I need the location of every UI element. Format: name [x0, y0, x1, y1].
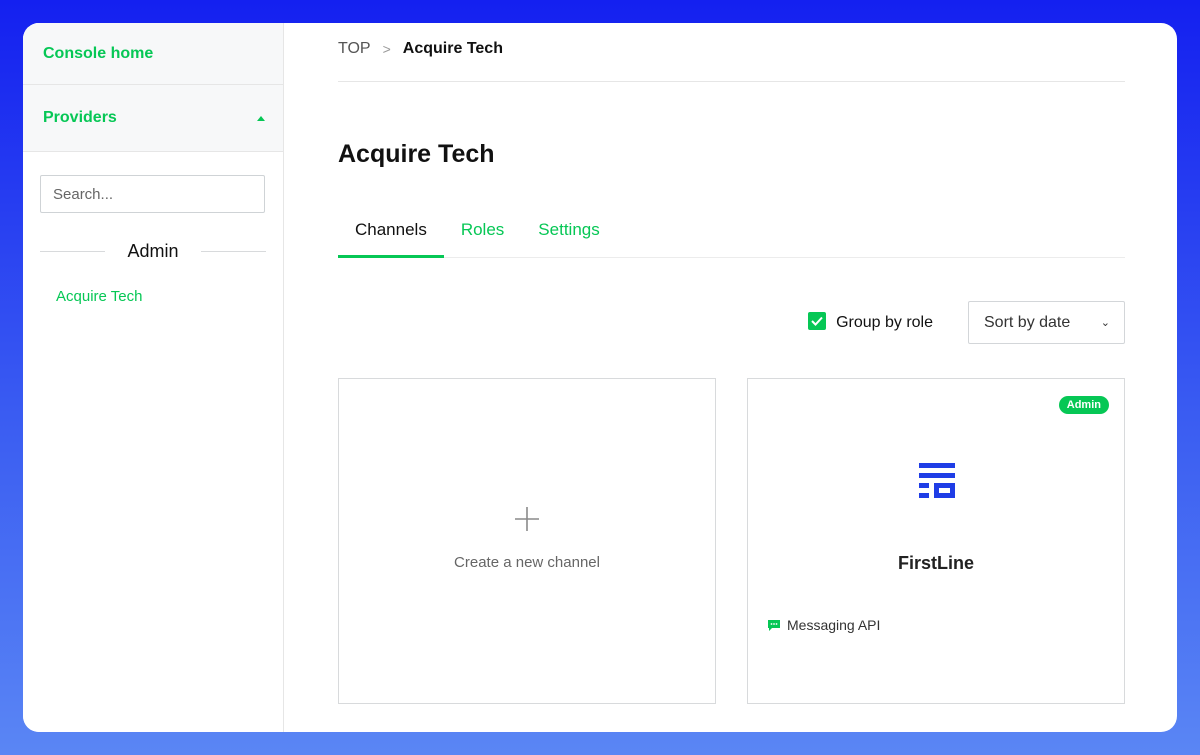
channel-cards: Create a new channel Admin FirstLine Mes… [338, 378, 1125, 704]
tab-bar: Channels Roles Settings [338, 215, 1125, 258]
sidebar-search [23, 152, 283, 213]
chevron-down-icon: ⌄ [1100, 317, 1110, 329]
channel-type-label: Messaging API [787, 617, 881, 633]
divider-right [200, 251, 266, 252]
sort-select-value: Sort by date [984, 313, 1071, 331]
breadcrumb-separator-icon: > [382, 41, 391, 57]
group-by-role-toggle[interactable]: Group by role [808, 311, 933, 332]
main-content: TOP > Acquire Tech Acquire Tech Channels… [338, 23, 1125, 732]
breadcrumb-top[interactable]: TOP [338, 40, 371, 58]
channel-name: FirstLine [897, 553, 974, 573]
tab-roles[interactable]: Roles [444, 215, 521, 258]
checkmark-icon [811, 316, 823, 326]
divider-left [40, 251, 106, 252]
group-by-role-checkbox[interactable] [808, 311, 827, 330]
sidebar: Console home Providers Admin Acquire Tec… [23, 23, 284, 732]
channel-type: Messaging API [767, 617, 880, 633]
chat-bubble-icon [768, 619, 780, 631]
page-title: Acquire Tech [338, 140, 495, 168]
create-channel-label: Create a new channel [454, 553, 600, 571]
plus-icon [513, 502, 541, 540]
group-by-role-label: Group by role [836, 313, 933, 331]
toolbar: Group by role Sort by date ⌄ [338, 301, 1125, 344]
console-window: Console home Providers Admin Acquire Tec… [23, 23, 1177, 732]
admin-badge: Admin [1058, 396, 1109, 414]
create-channel-card[interactable]: Create a new channel [338, 378, 716, 704]
breadcrumb-current: Acquire Tech [402, 40, 503, 57]
admin-section-header: Admin [40, 241, 266, 262]
sidebar-item-acquire-tech[interactable]: Acquire Tech [56, 288, 283, 305]
console-home-link[interactable]: Console home [43, 45, 153, 63]
breadcrumb: TOP > Acquire Tech [338, 23, 1125, 82]
caret-up-icon[interactable] [257, 115, 265, 121]
providers-section[interactable]: Providers [23, 85, 283, 152]
firstline-logo-icon [919, 463, 955, 498]
tab-settings[interactable]: Settings [521, 215, 616, 258]
providers-link[interactable]: Providers [43, 109, 117, 127]
channel-card-firstline[interactable]: Admin FirstLine Messaging API [747, 378, 1125, 704]
console-home-section: Console home [23, 23, 283, 85]
tab-channels[interactable]: Channels [338, 215, 444, 258]
sort-select[interactable]: Sort by date ⌄ [968, 301, 1125, 344]
search-input[interactable] [40, 175, 265, 213]
admin-section-label: Admin [127, 241, 179, 261]
